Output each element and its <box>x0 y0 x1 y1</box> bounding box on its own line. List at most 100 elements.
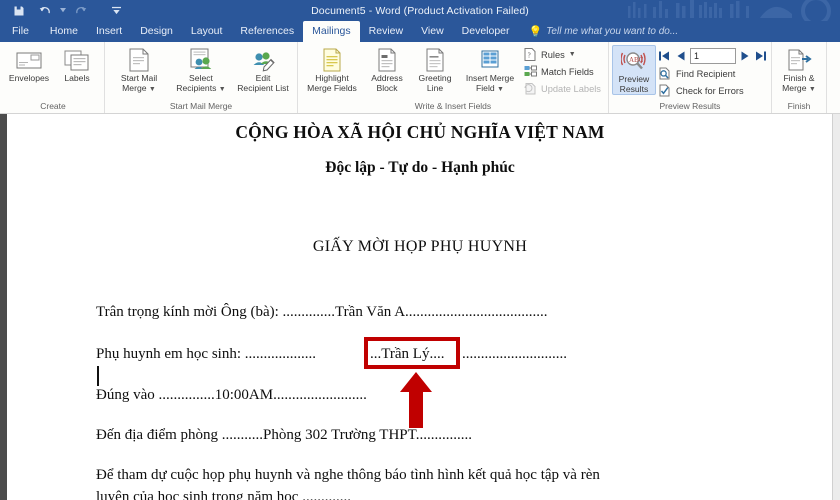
tab-review[interactable]: Review <box>360 21 412 42</box>
tab-home[interactable]: Home <box>41 21 87 42</box>
doc-heading-motto: Độc lập - Tự do - Hạnh phúc <box>325 159 515 176</box>
check-for-errors-button[interactable]: Check for Errors <box>656 82 768 99</box>
doc-line-parent-name: Trân trọng kính mời Ông (bà): ..........… <box>96 304 548 320</box>
tab-insert[interactable]: Insert <box>87 21 131 42</box>
chevron-down-icon[interactable]: ▼ <box>219 86 226 93</box>
insert-merge-field-icon <box>478 47 502 73</box>
redo-icon[interactable] <box>67 1 93 21</box>
address-block-label-line1: Address <box>371 73 403 83</box>
tell-me-box[interactable]: 💡 Tell me what you want to do... <box>529 25 679 42</box>
preview-results-button[interactable]: ABC Preview Results <box>611 45 656 95</box>
chevron-down-icon[interactable]: ▼ <box>497 86 504 93</box>
labels-button[interactable]: Labels <box>53 45 101 83</box>
group-label-write-insert-fields: Write & Insert Fields <box>414 101 492 111</box>
highlight-merge-fields-button[interactable]: Highlight Merge Fields <box>301 45 363 93</box>
last-record-icon[interactable] <box>754 48 768 64</box>
ribbon: Envelopes Labels Create Start Mail Merge… <box>0 42 840 114</box>
quick-access-toolbar <box>0 1 129 21</box>
save-icon[interactable] <box>6 1 32 21</box>
greeting-line-button[interactable]: Greeting Line <box>411 45 459 93</box>
undo-dropdown-icon[interactable] <box>58 1 67 21</box>
finish-and-merge-button[interactable]: Finish & Merge ▼ <box>775 45 823 95</box>
start-mail-merge-icon <box>127 47 151 73</box>
doc-line-purpose-1: Để tham dự cuộc họp phụ huynh và nghe th… <box>96 467 600 483</box>
doc-heading-country: CỘNG HÒA XÃ HỘI CHỦ NGHĨA VIỆT NAM <box>235 122 605 142</box>
update-labels-button[interactable]: Update Labels <box>521 80 605 97</box>
highlight-merge-fields-label-line1: Highlight <box>315 73 349 83</box>
check-for-errors-label: Check for Errors <box>675 85 744 96</box>
tab-file[interactable]: File <box>2 21 41 42</box>
select-recipients-icon <box>189 47 213 73</box>
lightbulb-icon: 💡 <box>528 26 543 38</box>
doc-line-student-post: ............................ <box>462 346 567 362</box>
edit-recipient-list-label-line2: Recipient List <box>237 83 289 93</box>
chevron-down-icon[interactable]: ▼ <box>149 86 156 93</box>
insert-merge-field-button[interactable]: Insert Merge Field ▼ <box>459 45 521 95</box>
annotation-arrow-icon <box>400 372 432 428</box>
rules-label: Rules <box>541 49 565 60</box>
match-fields-button[interactable]: Match Fields <box>521 63 605 80</box>
preview-results-icon: ABC <box>620 48 647 74</box>
find-recipient-button[interactable]: Find Recipient <box>656 65 768 82</box>
labels-label: Labels <box>64 73 90 83</box>
undo-icon[interactable] <box>32 1 58 21</box>
tab-view[interactable]: View <box>412 21 453 42</box>
chevron-down-icon[interactable]: ▼ <box>809 86 816 93</box>
address-block-button[interactable]: Address Block <box>363 45 411 93</box>
insert-merge-field-label-line1: Insert Merge <box>465 73 515 83</box>
tab-layout[interactable]: Layout <box>182 21 232 42</box>
highlight-merge-fields-icon <box>320 47 344 73</box>
finish-and-merge-label-line2: Merge <box>782 83 807 93</box>
envelopes-label: Envelopes <box>8 73 50 83</box>
left-gutter <box>0 114 7 500</box>
labels-icon <box>64 47 90 73</box>
text-cursor <box>97 366 99 386</box>
doc-line-student-pre: Phụ huynh em học sinh: .................… <box>96 346 316 362</box>
group-label-preview-results: Preview Results <box>659 101 721 111</box>
tab-references[interactable]: References <box>231 21 303 42</box>
document-page[interactable]: CỘNG HÒA XÃ HỘI CHỦ NGHĨA VIỆT NAM Độc l… <box>7 114 833 500</box>
previous-record-icon[interactable] <box>674 48 688 64</box>
greeting-line-label-line1: Greeting <box>418 73 452 83</box>
tell-me-placeholder: Tell me what you want to do... <box>546 26 679 37</box>
find-recipient-label: Find Recipient <box>675 68 736 79</box>
edit-recipient-list-label-line1: Edit <box>255 73 271 83</box>
greeting-line-icon <box>423 47 447 73</box>
select-recipients-button[interactable]: Select Recipients ▼ <box>170 45 232 95</box>
svg-text:?: ? <box>528 52 531 60</box>
right-gutter <box>833 114 840 500</box>
select-recipients-label-line2: Recipients <box>176 83 217 93</box>
record-navigation: 1 <box>656 46 768 65</box>
ribbon-group-write-insert-fields: Highlight Merge Fields Address Block Gre… <box>298 42 609 113</box>
select-recipients-label-line1: Select <box>189 73 213 83</box>
customize-quick-access-toolbar-icon[interactable] <box>103 1 129 21</box>
tab-mailings[interactable]: Mailings <box>303 21 360 42</box>
svg-text:ABC: ABC <box>629 56 644 64</box>
match-fields-label: Match Fields <box>541 66 594 77</box>
tab-developer[interactable]: Developer <box>453 21 519 42</box>
rules-button[interactable]: ? Rules ▼ <box>521 46 605 63</box>
word-window: Document5 - Word (Product Activation Fai… <box>0 0 840 500</box>
address-block-label-line2: Block <box>376 83 398 93</box>
start-mail-merge-button[interactable]: Start Mail Merge ▼ <box>108 45 170 95</box>
edit-recipient-list-icon <box>251 47 275 73</box>
ribbon-tabs: File Home Insert Design Layout Reference… <box>0 21 840 42</box>
doc-line-time: Đúng vào ...............10:00AM.........… <box>96 387 367 403</box>
document-area[interactable]: CỘNG HÒA XÃ HỘI CHỦ NGHĨA VIỆT NAM Độc l… <box>0 114 840 500</box>
envelopes-button[interactable]: Envelopes <box>5 45 53 83</box>
next-record-icon[interactable] <box>738 48 752 64</box>
chevron-down-icon[interactable]: ▼ <box>569 51 576 58</box>
tab-design[interactable]: Design <box>131 21 182 42</box>
group-label-start-mail-merge: Start Mail Merge <box>169 101 233 111</box>
greeting-line-label-line2: Line <box>426 83 444 93</box>
find-recipient-icon <box>658 67 672 81</box>
ribbon-group-create: Envelopes Labels Create <box>2 42 105 113</box>
envelope-icon <box>16 47 42 73</box>
finish-and-merge-icon <box>786 47 812 73</box>
first-record-icon[interactable] <box>658 48 672 64</box>
ribbon-group-finish: Finish & Merge ▼ Finish <box>772 42 827 113</box>
record-number-input[interactable]: 1 <box>689 47 736 64</box>
edit-recipient-list-button[interactable]: Edit Recipient List <box>232 45 294 93</box>
title-bar: Document5 - Word (Product Activation Fai… <box>0 0 840 21</box>
update-labels-label: Update Labels <box>541 83 601 94</box>
